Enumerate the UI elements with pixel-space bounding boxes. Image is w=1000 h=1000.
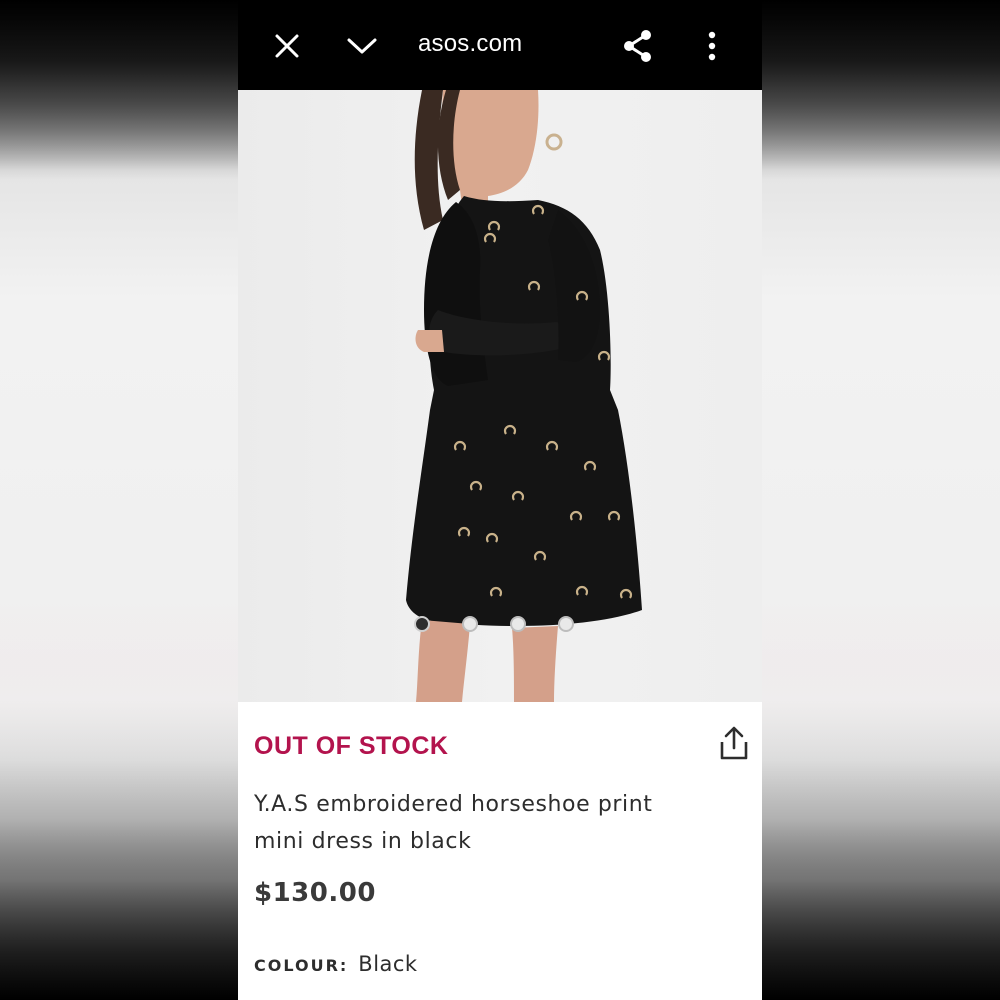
background-blur-right	[762, 0, 1000, 1000]
carousel-dots	[414, 616, 574, 632]
colour-row: COLOUR: Black	[254, 952, 418, 976]
more-options-button[interactable]	[688, 22, 736, 70]
product-info: OUT OF STOCK Y.A.S embroidered horseshoe…	[238, 702, 762, 1000]
close-button[interactable]	[263, 22, 311, 70]
carousel-dot-3[interactable]	[510, 616, 526, 632]
share-icon	[624, 30, 651, 62]
browser-toolbar: asos.com	[238, 0, 762, 90]
colour-label: COLOUR:	[254, 956, 349, 975]
stock-status: OUT OF STOCK	[254, 732, 449, 760]
share-button[interactable]	[614, 22, 662, 70]
phone-screen: asos.com OUT OF STOCK Y.A.S embroidered …	[238, 0, 762, 1000]
upload-share-icon	[720, 726, 748, 760]
product-photo	[406, 90, 642, 702]
product-price: $130.00	[254, 878, 376, 908]
carousel-dot-1[interactable]	[414, 616, 430, 632]
colour-value: Black	[358, 952, 418, 976]
chevron-down-icon	[347, 38, 377, 54]
url-text[interactable]: asos.com	[418, 30, 522, 58]
carousel-dot-2[interactable]	[462, 616, 478, 632]
product-image-carousel[interactable]	[238, 90, 762, 702]
background-blur-left	[0, 0, 238, 1000]
product-title: Y.A.S embroidered horseshoe print mini d…	[254, 792, 653, 854]
carousel-dot-4[interactable]	[558, 616, 574, 632]
product-share-button[interactable]	[718, 726, 750, 762]
close-icon	[275, 34, 299, 58]
collapse-button[interactable]	[338, 22, 386, 70]
more-vertical-icon	[708, 31, 716, 61]
